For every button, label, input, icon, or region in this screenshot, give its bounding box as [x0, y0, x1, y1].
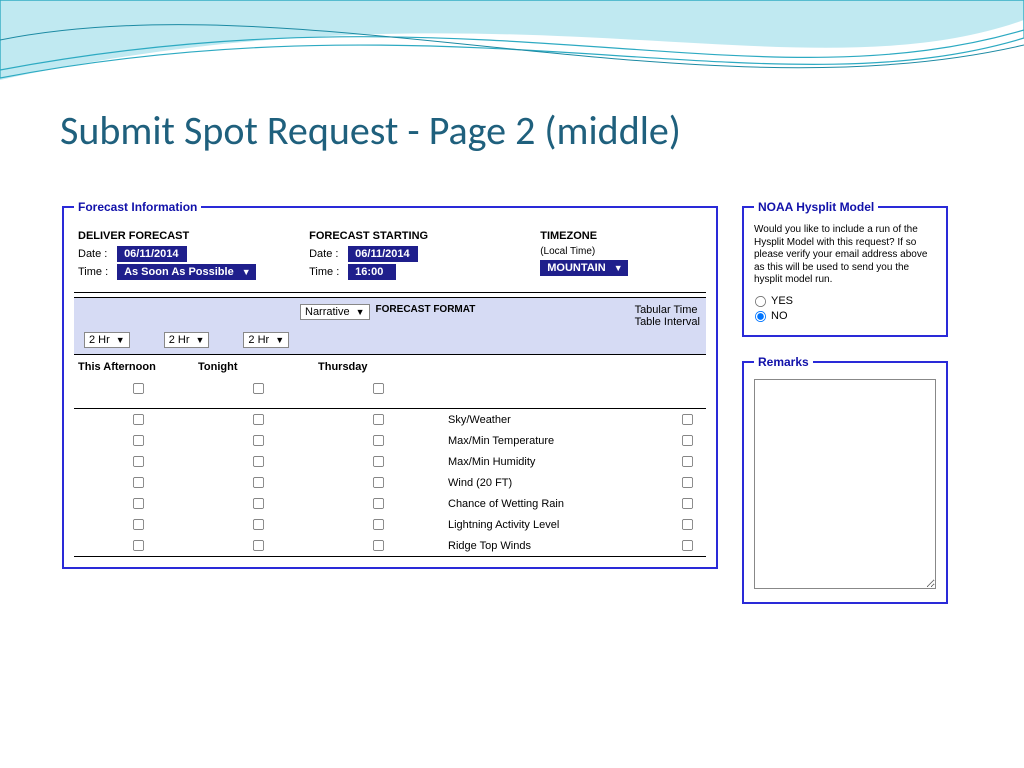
starting-heading: FORECAST STARTING [309, 230, 540, 242]
param-checkbox[interactable] [253, 519, 264, 530]
period-checkbox-0[interactable] [133, 383, 144, 394]
chevron-down-icon: ▼ [356, 307, 365, 317]
parameter-grid: Sky/Weather Max/Min Temperature Max/Min … [74, 408, 706, 557]
param-row: Chance of Wetting Rain [74, 493, 706, 514]
param-checkbox[interactable] [133, 456, 144, 467]
param-row: Wind (20 FT) [74, 472, 706, 493]
param-extra-checkbox[interactable] [682, 498, 693, 509]
starting-date-input[interactable]: 06/11/2014 [348, 246, 418, 262]
tabular-label: Tabular Time Table Interval [635, 304, 700, 328]
remarks-legend: Remarks [754, 355, 813, 369]
param-checkbox[interactable] [253, 456, 264, 467]
hysplit-legend: NOAA Hysplit Model [754, 200, 878, 214]
hysplit-fieldset: NOAA Hysplit Model Would you like to inc… [742, 200, 948, 337]
param-label: Lightning Activity Level [438, 519, 672, 531]
deliver-forecast-column: DELIVER FORECAST Date : 06/11/2014 Time … [78, 230, 309, 282]
param-label: Sky/Weather [438, 414, 672, 426]
param-checkbox[interactable] [253, 498, 264, 509]
timezone-column: TIMEZONE (Local Time) MOUNTAIN ▼ [540, 230, 702, 282]
param-checkbox[interactable] [373, 540, 384, 551]
param-checkbox[interactable] [373, 498, 384, 509]
param-label: Chance of Wetting Rain [438, 498, 672, 510]
param-checkbox[interactable] [373, 414, 384, 425]
chevron-down-icon: ▼ [116, 335, 125, 345]
param-checkbox[interactable] [133, 435, 144, 446]
remarks-fieldset: Remarks [742, 355, 948, 604]
hysplit-text: Would you like to include a run of the H… [754, 224, 936, 287]
deliver-date-label: Date : [78, 248, 114, 260]
period-headers: This Afternoon Tonight Thursday [74, 355, 706, 375]
param-extra-checkbox[interactable] [682, 456, 693, 467]
chevron-down-icon: ▼ [242, 267, 251, 277]
param-checkbox[interactable] [253, 540, 264, 551]
param-label: Max/Min Temperature [438, 435, 672, 447]
forecast-information-legend: Forecast Information [74, 200, 201, 214]
interval-select-0[interactable]: 2 Hr ▼ [84, 332, 130, 348]
period-0: This Afternoon [78, 361, 198, 373]
param-extra-checkbox[interactable] [682, 519, 693, 530]
param-checkbox[interactable] [373, 456, 384, 467]
forecast-format-label: FORECAST FORMAT [376, 304, 476, 315]
param-extra-checkbox[interactable] [682, 477, 693, 488]
chevron-down-icon: ▼ [275, 335, 284, 345]
param-extra-checkbox[interactable] [682, 414, 693, 425]
param-extra-checkbox[interactable] [682, 435, 693, 446]
param-extra-checkbox[interactable] [682, 540, 693, 551]
param-checkbox[interactable] [133, 477, 144, 488]
timezone-heading: TIMEZONE [540, 230, 702, 242]
param-label: Max/Min Humidity [438, 456, 672, 468]
starting-time-label: Time : [309, 266, 345, 278]
forecast-format-bar: Narrative ▼ FORECAST FORMAT Tabular Time… [74, 297, 706, 355]
hysplit-yes-label: YES [771, 295, 793, 307]
period-2: Thursday [318, 361, 438, 373]
timezone-select[interactable]: MOUNTAIN ▼ [540, 260, 627, 276]
param-label: Ridge Top Winds [438, 540, 672, 552]
starting-time-input[interactable]: 16:00 [348, 264, 396, 280]
deliver-date-input[interactable]: 06/11/2014 [117, 246, 187, 262]
param-row: Ridge Top Winds [74, 535, 706, 556]
period-checkbox-1[interactable] [253, 383, 264, 394]
param-row: Max/Min Temperature [74, 430, 706, 451]
param-checkbox[interactable] [133, 540, 144, 551]
forecast-top-row: DELIVER FORECAST Date : 06/11/2014 Time … [74, 224, 706, 293]
param-checkbox[interactable] [373, 435, 384, 446]
deliver-heading: DELIVER FORECAST [78, 230, 309, 242]
param-row: Max/Min Humidity [74, 451, 706, 472]
deliver-time-label: Time : [78, 266, 114, 278]
wave-background [0, 0, 1024, 120]
period-checkbox-2[interactable] [373, 383, 384, 394]
param-row: Sky/Weather [74, 409, 706, 430]
chevron-down-icon: ▼ [195, 335, 204, 345]
param-checkbox[interactable] [373, 519, 384, 530]
forecast-starting-column: FORECAST STARTING Date : 06/11/2014 Time… [309, 230, 540, 282]
param-label: Wind (20 FT) [438, 477, 672, 489]
timezone-note: (Local Time) [540, 246, 702, 257]
param-checkbox[interactable] [133, 498, 144, 509]
hysplit-no-label: NO [771, 310, 788, 322]
interval-select-2[interactable]: 2 Hr ▼ [243, 332, 289, 348]
param-checkbox[interactable] [373, 477, 384, 488]
interval-select-1[interactable]: 2 Hr ▼ [164, 332, 210, 348]
param-checkbox[interactable] [253, 414, 264, 425]
chevron-down-icon: ▼ [614, 263, 623, 273]
param-checkbox[interactable] [253, 435, 264, 446]
param-checkbox[interactable] [133, 519, 144, 530]
param-row: Lightning Activity Level [74, 514, 706, 535]
remarks-textarea[interactable] [754, 379, 936, 589]
hysplit-yes-radio[interactable] [755, 295, 766, 306]
deliver-time-select[interactable]: As Soon As Possible ▼ [117, 264, 256, 280]
starting-date-label: Date : [309, 248, 345, 260]
page-title: Submit Spot Request - Page 2 (middle) [60, 106, 681, 155]
param-checkbox[interactable] [133, 414, 144, 425]
forecast-information-fieldset: Forecast Information DELIVER FORECAST Da… [62, 200, 718, 569]
param-checkbox[interactable] [253, 477, 264, 488]
forecast-format-select[interactable]: Narrative ▼ [300, 304, 370, 320]
period-1: Tonight [198, 361, 318, 373]
hysplit-no-radio[interactable] [755, 310, 766, 321]
period-select-row [74, 375, 706, 404]
